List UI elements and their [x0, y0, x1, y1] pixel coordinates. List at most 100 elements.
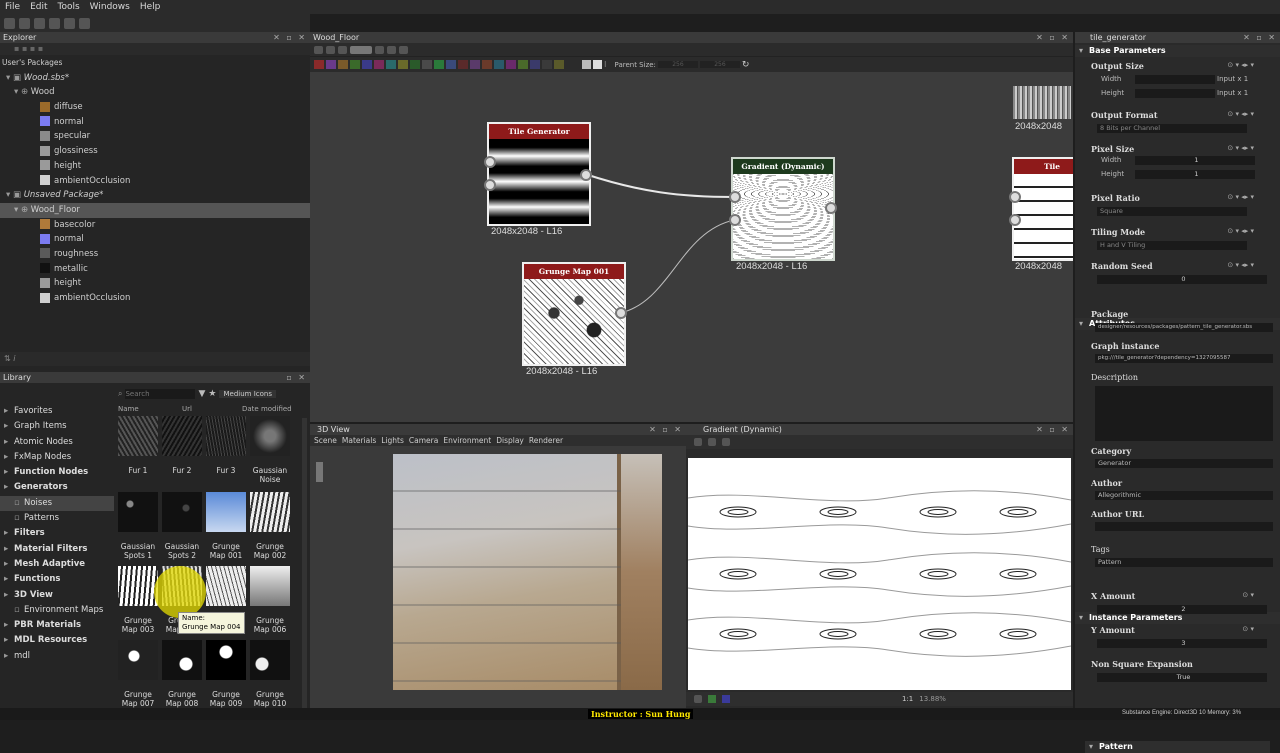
save-all-icon[interactable] — [49, 17, 60, 29]
input-port[interactable] — [484, 156, 496, 168]
channel-blue-icon[interactable] — [722, 695, 730, 703]
y-amount-slider[interactable]: 3 — [1097, 639, 1267, 648]
undo-icon[interactable] — [64, 17, 75, 29]
view3d-menu-scene[interactable]: Scene — [314, 435, 337, 446]
library-category-graph-items[interactable]: ▸ Graph Items — [0, 419, 114, 434]
library-thumbnail[interactable] — [118, 416, 158, 456]
output-height-mode[interactable]: Input x 1 — [1217, 89, 1248, 97]
library-category-pbr-materials[interactable]: ▸ PBR Materials — [0, 618, 114, 633]
wood-output-item[interactable]: ambientOcclusion — [0, 174, 310, 189]
library-thumbnail[interactable] — [118, 492, 158, 532]
pixel-width-field[interactable]: 1 — [1135, 156, 1255, 165]
input-port[interactable] — [1009, 214, 1021, 226]
library-thumbnail[interactable] — [250, 492, 290, 532]
category-field[interactable]: Generator — [1095, 459, 1273, 468]
library-category-fxmap-nodes[interactable]: ▸ FxMap Nodes — [0, 450, 114, 465]
view2d-canvas[interactable] — [688, 458, 1071, 690]
library-thumbnail[interactable] — [250, 640, 290, 680]
node-partial-top[interactable] — [1013, 86, 1071, 119]
view2d-tool-icon[interactable] — [694, 438, 702, 446]
library-thumbnail[interactable] — [250, 566, 290, 606]
menu-file[interactable]: File — [0, 2, 25, 12]
output-width-mode[interactable]: Input x 1 — [1217, 75, 1248, 83]
output-port[interactable] — [580, 169, 592, 181]
param-menu-icon[interactable]: ⊙ ▾ ◂▸ ▾ — [1227, 144, 1254, 152]
library-thumbnail[interactable] — [118, 566, 158, 606]
pixel-height-field[interactable]: 1 — [1135, 170, 1255, 179]
library-category-mesh-adaptive[interactable]: ▸ Mesh Adaptive — [0, 557, 114, 572]
output-port[interactable] — [825, 202, 837, 214]
view3d-menu-camera[interactable]: Camera — [409, 435, 438, 446]
node-grunge-map-001[interactable]: Grunge Map 001 — [522, 262, 626, 366]
node-tile-gen-partial[interactable]: Tile Gen — [1012, 157, 1073, 261]
graph-wood[interactable]: ▾ ⊕ Wood — [0, 85, 310, 100]
panel-controls-icon[interactable]: ▫ ✕ — [286, 372, 310, 383]
node-tile-generator[interactable]: Tile Generator — [487, 122, 591, 226]
library-category-favorites[interactable]: ▸ Favorites — [0, 404, 114, 419]
redo-icon[interactable] — [79, 17, 90, 29]
floor-output-item[interactable]: ambientOcclusion — [0, 291, 310, 306]
param-menu-icon[interactable]: ⊙ ▾ — [1242, 625, 1254, 633]
column-name[interactable]: Name — [118, 405, 182, 415]
library-thumbnail[interactable] — [162, 416, 202, 456]
param-menu-icon[interactable]: ⊙ ▾ ◂▸ ▾ — [1227, 193, 1254, 201]
graph-wood-floor[interactable]: ▾ ⊕ Wood_Floor — [0, 202, 310, 218]
floor-output-item[interactable]: basecolor — [0, 218, 310, 233]
package-field[interactable]: designer/resources/packages/pattern_tile… — [1095, 323, 1273, 332]
tiling-mode-dropdown[interactable]: H and V Tiling — [1097, 241, 1247, 250]
library-category-patterns[interactable]: ▫ Patterns — [0, 511, 114, 526]
output-width-slider[interactable] — [1135, 75, 1215, 84]
param-menu-icon[interactable]: ⊙ ▾ ◂▸ ▾ — [1227, 227, 1254, 235]
view2d-tool-icon[interactable] — [694, 695, 702, 703]
library-thumbnail[interactable] — [162, 492, 202, 532]
wood-output-item[interactable]: height — [0, 159, 310, 174]
menu-tools[interactable]: Tools — [53, 2, 85, 12]
view2d-tool-icon[interactable] — [708, 438, 716, 446]
param-menu-icon[interactable]: ⊙ ▾ ◂▸ ▾ — [1227, 61, 1254, 69]
view2d-ratio[interactable]: 1:1 — [902, 695, 913, 703]
view2d-tool-icon[interactable] — [722, 438, 730, 446]
panel-controls-icon[interactable]: ✕ ▫ ✕ — [273, 32, 310, 43]
non-square-dropdown[interactable]: True — [1097, 673, 1267, 682]
output-port[interactable] — [615, 307, 627, 319]
random-seed-slider[interactable]: 0 — [1097, 275, 1267, 284]
package-wood[interactable]: ▾ ▣ Wood.sbs* — [0, 71, 310, 86]
new-file-icon[interactable] — [4, 17, 15, 29]
library-thumbnail[interactable] — [162, 640, 202, 680]
section-pattern[interactable]: ▾ Pattern — [1085, 741, 1270, 753]
channel-green-icon[interactable] — [708, 695, 716, 703]
panel-controls-icon[interactable]: ✕ ▫ ✕ — [1036, 424, 1073, 435]
view3d-menu-lights[interactable]: Lights — [381, 435, 404, 446]
x-amount-slider[interactable]: 2 — [1097, 605, 1267, 614]
library-scrollbar[interactable] — [302, 418, 307, 718]
view3d-menu-environment[interactable]: Environment — [443, 435, 491, 446]
param-menu-icon[interactable]: ⊙ ▾ ◂▸ ▾ — [1227, 261, 1254, 269]
section-base-params[interactable]: ▾ Base Parameters — [1075, 45, 1280, 57]
view-mode-dropdown[interactable]: Medium Icons — [219, 390, 276, 398]
library-category-generators[interactable]: ▸ Generators — [0, 480, 114, 495]
wood-output-item[interactable]: diffuse — [0, 100, 310, 115]
view3d-side-tool[interactable] — [316, 462, 323, 482]
floor-output-item[interactable]: metallic — [0, 262, 310, 277]
favorite-star-icon[interactable]: ★ — [208, 389, 216, 399]
menu-help[interactable]: Help — [135, 2, 166, 12]
wood-output-item[interactable]: specular — [0, 129, 310, 144]
library-thumbnail[interactable] — [250, 416, 290, 456]
package-unsaved[interactable]: ▾ ▣ Unsaved Package* — [0, 188, 310, 203]
description-field[interactable] — [1095, 386, 1273, 441]
library-category-3d-view[interactable]: ▸ 3D View — [0, 588, 114, 603]
tags-field[interactable]: Pattern — [1095, 558, 1273, 567]
wood-output-item[interactable]: glossiness — [0, 144, 310, 159]
floor-output-item[interactable]: normal — [0, 232, 310, 247]
panel-controls-icon[interactable]: ✕ ▫ ✕ — [1243, 32, 1280, 43]
view2d-zoom[interactable]: 13.88% — [919, 695, 946, 703]
author-field[interactable]: Allegorithmic — [1095, 491, 1273, 500]
floor-output-item[interactable]: height — [0, 276, 310, 291]
column-date[interactable]: Date modified — [242, 405, 292, 415]
library-category-functions[interactable]: ▸ Functions — [0, 572, 114, 587]
library-category-function-nodes[interactable]: ▸ Function Nodes — [0, 465, 114, 480]
input-port[interactable] — [729, 214, 741, 226]
library-category-mdl-resources[interactable]: ▸ MDL Resources — [0, 633, 114, 648]
library-category-material-filters[interactable]: ▸ Material Filters — [0, 542, 114, 557]
library-thumbnail[interactable] — [206, 416, 246, 456]
